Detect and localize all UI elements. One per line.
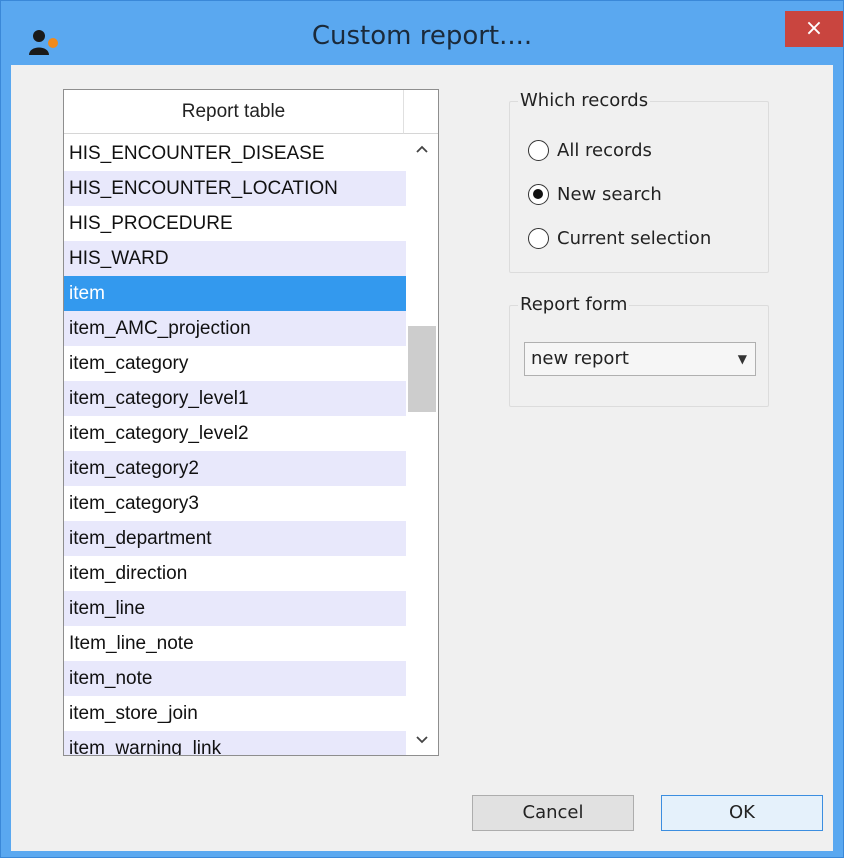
report-form-value: new report xyxy=(531,348,629,369)
radio-circle[interactable] xyxy=(528,183,549,205)
cancel-button[interactable]: Cancel xyxy=(472,795,634,831)
radio-label: Current selection xyxy=(557,227,712,249)
list-item[interactable]: item_line xyxy=(64,591,406,626)
list-item[interactable]: item_direction xyxy=(64,556,406,591)
list-item[interactable]: item_category_level1 xyxy=(64,381,406,416)
which-records-group: Which records All records New search Cur… xyxy=(509,90,769,273)
list-item[interactable]: item_category_level2 xyxy=(64,416,406,451)
report-form-legend: Report form xyxy=(518,294,630,315)
list-item[interactable]: item_category xyxy=(64,346,406,381)
chevron-down-icon[interactable] xyxy=(406,727,438,755)
close-button[interactable]: × xyxy=(785,11,843,47)
header-filler xyxy=(404,90,438,134)
list-item[interactable]: HIS_PROCEDURE xyxy=(64,206,406,241)
scroll-thumb[interactable] xyxy=(408,326,436,412)
list-item[interactable]: item xyxy=(64,276,406,311)
radio-current-selection[interactable]: Current selection xyxy=(528,224,711,252)
list-item[interactable]: item_category2 xyxy=(64,451,406,486)
window-title: Custom report.... xyxy=(311,21,533,51)
radio-label: New search xyxy=(557,183,662,205)
caret-down-icon: ▼ xyxy=(737,352,747,366)
radio-all-records[interactable]: All records xyxy=(528,136,652,164)
dialog-body: Report table HIS_ENCOUNTER_DISEASE HIS_EN… xyxy=(11,65,833,851)
list-item[interactable]: Item_line_note xyxy=(64,626,406,661)
list-item[interactable]: item_note xyxy=(64,661,406,696)
which-records-legend: Which records xyxy=(518,90,651,111)
report-table-header[interactable]: Report table xyxy=(64,90,404,134)
report-form-select[interactable]: new report ▼ xyxy=(524,342,756,376)
list-item[interactable]: HIS_ENCOUNTER_LOCATION xyxy=(64,171,406,206)
list-item[interactable]: item_department xyxy=(64,521,406,556)
custom-report-dialog: Custom report.... × Report table HIS_ENC… xyxy=(0,0,844,858)
report-table-list[interactable]: Report table HIS_ENCOUNTER_DISEASE HIS_EN… xyxy=(63,89,439,756)
list-item[interactable]: item_AMC_projection xyxy=(64,311,406,346)
list-item[interactable]: item_warning_link xyxy=(64,731,406,755)
radio-new-search[interactable]: New search xyxy=(528,180,662,208)
list-item[interactable]: HIS_ENCOUNTER_DISEASE xyxy=(64,136,406,171)
chevron-up-icon[interactable] xyxy=(406,136,438,164)
radio-circle[interactable] xyxy=(528,139,549,161)
list-item[interactable]: HIS_WARD xyxy=(64,241,406,276)
list-item[interactable]: item_store_join xyxy=(64,696,406,731)
report-form-group: Report form new report ▼ xyxy=(509,294,769,407)
ok-button[interactable]: OK xyxy=(661,795,823,831)
list-item[interactable]: item_category3 xyxy=(64,486,406,521)
report-table-rows: HIS_ENCOUNTER_DISEASE HIS_ENCOUNTER_LOCAT… xyxy=(64,136,406,755)
radio-label: All records xyxy=(557,139,652,161)
list-scrollbar[interactable] xyxy=(406,136,438,755)
radio-circle[interactable] xyxy=(528,227,549,249)
